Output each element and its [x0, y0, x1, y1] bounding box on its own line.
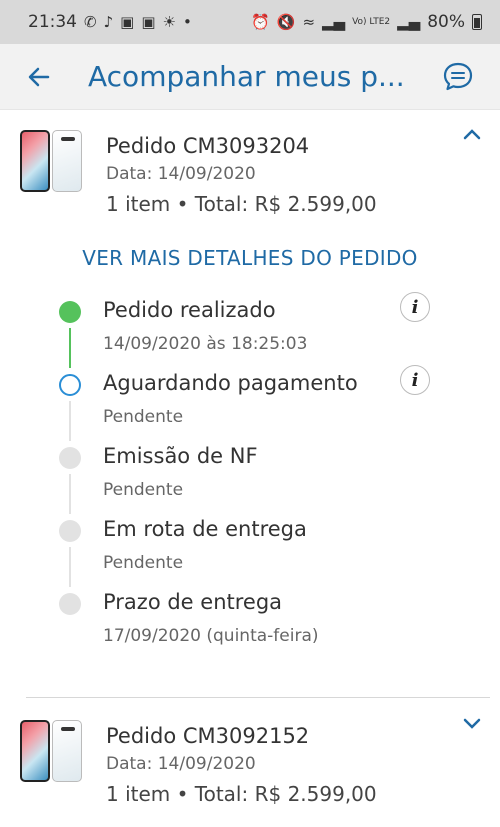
timeline-step: Aguardando pagamento Pendente i — [59, 365, 460, 444]
order-card: Pedido CM3093204 Data: 14/09/2020 1 item… — [0, 110, 500, 663]
order-details-link[interactable]: VER MAIS DETALHES DO PEDIDO — [20, 246, 480, 270]
info-icon: i — [411, 369, 419, 391]
mute-icon: 🔇 — [276, 12, 296, 31]
signal-icon-2: ▂▄ — [397, 12, 421, 31]
collapse-button[interactable] — [460, 122, 484, 146]
step-subtitle: Pendente — [103, 407, 184, 427]
chat-button[interactable] — [440, 59, 476, 95]
order-header[interactable]: Pedido CM3092152 Data: 14/09/2020 1 item… — [20, 718, 480, 806]
order-id: Pedido CM3092152 — [106, 724, 310, 748]
timeline-step: Em rota de entrega Pendente — [59, 517, 460, 590]
more-dot-icon: • — [182, 12, 192, 31]
order-date: Data: 14/09/2020 — [106, 754, 256, 774]
battery-percent: 80% — [427, 12, 465, 32]
step-subtitle: Pendente — [103, 480, 184, 500]
timeline-connector — [69, 474, 71, 514]
order-timeline: Pedido realizado 14/09/2020 às 18:25:03 … — [20, 292, 480, 663]
order-info: Pedido CM3092152 Data: 14/09/2020 1 item… — [106, 718, 480, 806]
chat-bubble-icon — [443, 62, 473, 90]
timeline-step: Pedido realizado 14/09/2020 às 18:25:03 … — [59, 292, 460, 371]
alarm-icon: ⏰ — [251, 12, 270, 31]
order-card: Pedido CM3092152 Data: 14/09/2020 1 item… — [0, 698, 500, 806]
order-info: Pedido CM3093204 Data: 14/09/2020 1 item… — [106, 128, 480, 216]
status-left: 21:34 ✆ ♪ ▣ ▣ ☀ • — [28, 12, 192, 32]
instagram-icon: ▣ — [120, 12, 135, 31]
app-bar: Acompanhar meus p... — [0, 44, 500, 110]
info-button[interactable]: i — [400, 292, 430, 322]
step-current-dot — [59, 374, 81, 396]
step-pending-dot — [59, 447, 81, 469]
product-thumbnail — [20, 720, 88, 788]
chevron-down-icon — [463, 718, 481, 729]
info-icon: i — [411, 296, 419, 318]
instagram-icon-2: ▣ — [141, 12, 156, 31]
step-subtitle: Pendente — [103, 553, 184, 573]
step-done-dot — [59, 301, 81, 323]
timeline-connector — [69, 328, 71, 368]
product-thumbnail — [20, 130, 88, 198]
step-subtitle: 14/09/2020 às 18:25:03 — [103, 334, 308, 354]
order-date: Data: 14/09/2020 — [106, 164, 256, 184]
arrow-left-icon — [28, 67, 50, 86]
order-summary: 1 item • Total: R$ 2.599,00 — [106, 192, 377, 216]
step-subtitle: 17/09/2020 (quinta-feira) — [103, 626, 319, 646]
phone-front-image — [20, 130, 50, 192]
step-pending-dot — [59, 520, 81, 542]
signal-icon: ▂▄ — [322, 12, 346, 31]
back-button[interactable] — [24, 62, 54, 92]
tiktok-icon: ♪ — [103, 12, 114, 31]
chevron-up-icon — [463, 129, 481, 140]
step-title: Prazo de entrega — [103, 590, 283, 614]
battery-icon — [472, 14, 482, 30]
step-title: Em rota de entrega — [103, 517, 307, 541]
lte-label: Vo) LTE2 — [352, 16, 391, 27]
page-title: Acompanhar meus p... — [88, 60, 405, 93]
timeline-step: Prazo de entrega 17/09/2020 (quinta-feir… — [59, 590, 460, 663]
timeline-step: Emissão de NF Pendente — [59, 444, 460, 517]
weather-icon: ☀ — [162, 12, 176, 31]
whatsapp-icon: ✆ — [84, 12, 97, 31]
info-button[interactable]: i — [400, 365, 430, 395]
status-time: 21:34 — [28, 12, 77, 32]
expand-button[interactable] — [460, 712, 484, 736]
phone-back-image — [52, 720, 82, 782]
order-id: Pedido CM3093204 — [106, 134, 310, 158]
timeline-connector — [69, 401, 71, 441]
status-right: ⏰ 🔇 ≈ ▂▄ Vo) LTE2 ▂▄ 80% — [251, 12, 482, 32]
step-title: Emissão de NF — [103, 444, 258, 468]
timeline-connector — [69, 547, 71, 587]
phone-back-image — [52, 130, 82, 192]
status-bar: 21:34 ✆ ♪ ▣ ▣ ☀ • ⏰ 🔇 ≈ ▂▄ Vo) LTE2 ▂▄ 8… — [0, 0, 500, 44]
step-pending-dot — [59, 593, 81, 615]
order-summary: 1 item • Total: R$ 2.599,00 — [106, 782, 377, 806]
order-header[interactable]: Pedido CM3093204 Data: 14/09/2020 1 item… — [20, 128, 480, 216]
wifi-icon: ≈ — [302, 12, 316, 31]
phone-front-image — [20, 720, 50, 782]
